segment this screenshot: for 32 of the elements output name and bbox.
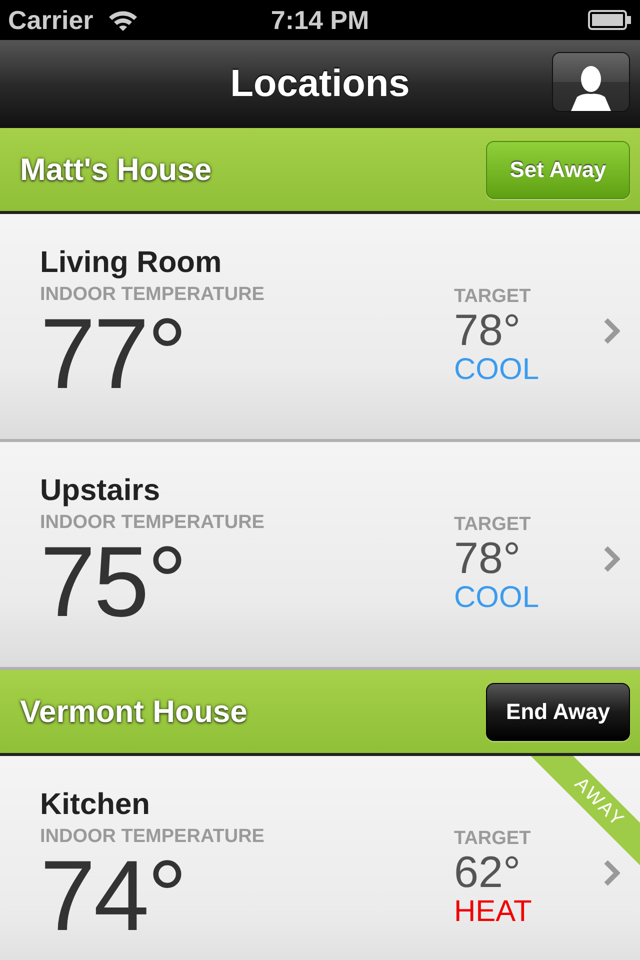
chevron-icon[interactable] — [604, 546, 620, 572]
chevron-icon[interactable] — [604, 860, 620, 886]
target-label: TARGET — [454, 828, 531, 850]
mode-label: HEAT — [454, 896, 532, 928]
person-icon — [571, 65, 611, 111]
battery-icon — [588, 9, 632, 31]
room-name: Kitchen — [40, 787, 150, 823]
indoor-temperature-label: INDOOR TEMPERATURE — [40, 284, 264, 306]
chevron-icon[interactable] — [604, 318, 620, 344]
indoor-temperature: 77° — [40, 306, 186, 402]
target-label: TARGET — [454, 286, 531, 308]
indoor-temperature: 75° — [40, 534, 186, 630]
room-name: Upstairs — [40, 473, 160, 509]
house-name: Matt's House — [20, 152, 212, 188]
room-card[interactable]: Living Room INDOOR TEMPERATURE 77° TARGET 78° COOL — [0, 214, 640, 442]
carrier-name: Carrier — [8, 4, 94, 36]
mode-label: COOL — [454, 354, 540, 386]
screen-title: Locations — [230, 62, 410, 106]
target-temperature: 62° — [454, 850, 521, 896]
indoor-temperature-label: INDOOR TEMPERATURE — [40, 826, 264, 848]
indoor-temperature-label: INDOOR TEMPERATURE — [40, 512, 264, 534]
profile-button[interactable] — [552, 52, 630, 112]
target-temperature: 78° — [454, 308, 521, 354]
room-name: Living Room — [40, 245, 222, 281]
mode-label: COOL — [454, 582, 540, 614]
room-card[interactable]: Upstairs INDOOR TEMPERATURE 75° TARGET 78° COOL — [0, 442, 640, 670]
target-temperature: 78° — [454, 536, 521, 582]
house-name: Vermont House — [20, 694, 248, 730]
clock-time: 7:14 PM — [270, 5, 370, 35]
indoor-temperature: 74° — [40, 848, 186, 944]
away-button[interactable]: End Away — [486, 682, 630, 740]
target-label: TARGET — [454, 514, 531, 536]
